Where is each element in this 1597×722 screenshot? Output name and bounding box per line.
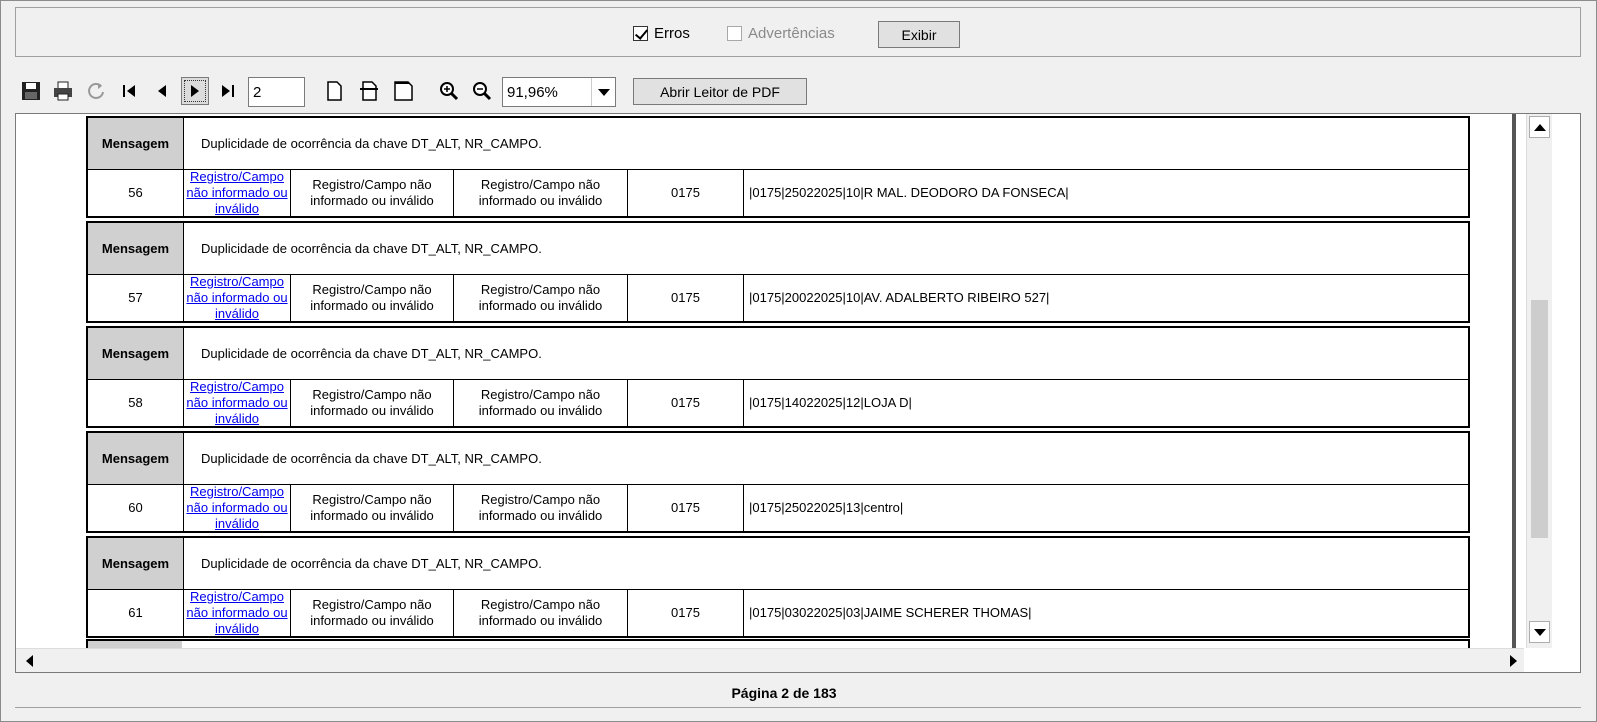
erros-label: Erros	[654, 25, 690, 42]
fit-page-icon[interactable]	[355, 77, 383, 105]
zoom-select[interactable]: 91,96%	[502, 77, 616, 107]
error-record: Mensagem Duplicidade de ocorrência da ch…	[86, 116, 1470, 218]
scroll-up-button[interactable]	[1529, 116, 1550, 138]
file-line-content: |0175|25022025|10|R MAL. DEODORO DA FONS…	[749, 185, 1069, 200]
message-label: Mensagem	[88, 538, 184, 589]
line-number: 60	[88, 485, 184, 531]
arrow-down-icon	[1533, 628, 1546, 636]
first-page-icon[interactable]	[115, 77, 143, 105]
message-label: Mensagem	[88, 118, 184, 169]
error-description: Registro/Campo não informado ou inválido	[291, 275, 454, 321]
message-row: Mensagem Duplicidade de ocorrência da ch…	[88, 328, 1468, 380]
error-link[interactable]: Registro/Campo não informado ou inválido	[184, 484, 291, 531]
arrow-right-icon	[1509, 655, 1517, 667]
checkbox-checked-icon[interactable]	[633, 26, 648, 41]
last-page-icon[interactable]	[214, 77, 242, 105]
error-record: Mensagem Duplicidade de ocorrência da ch…	[86, 536, 1470, 638]
message-label-partial	[88, 641, 182, 648]
report-viewport[interactable]: Mensagem Duplicidade de ocorrência da ch…	[15, 113, 1581, 673]
message-row: Mensagem Duplicidade de ocorrência da ch…	[88, 118, 1468, 170]
vertical-scroll-thumb[interactable]	[1531, 300, 1548, 538]
error-description: Registro/Campo não informado ou inválido	[291, 170, 454, 216]
message-text: Duplicidade de ocorrência da chave DT_AL…	[201, 346, 542, 361]
scroll-left-button[interactable]	[18, 651, 40, 671]
previous-page-icon[interactable]	[148, 77, 176, 105]
actual-size-icon[interactable]	[320, 77, 348, 105]
arrow-up-icon	[1533, 123, 1546, 131]
horizontal-scrollbar[interactable]	[16, 648, 1524, 672]
page-status: Página 2 de 183	[731, 685, 837, 701]
line-number: 56	[88, 170, 184, 216]
error-detail: Registro/Campo não informado ou inválido	[454, 170, 628, 216]
next-page-icon[interactable]	[181, 77, 209, 105]
message-label: Mensagem	[88, 433, 184, 484]
message-text: Duplicidade de ocorrência da chave DT_AL…	[201, 136, 542, 151]
data-row: 60 Registro/Campo não informado ou invál…	[88, 484, 1468, 531]
zoom-out-icon[interactable]	[468, 77, 496, 105]
vertical-scrollbar[interactable]	[1526, 114, 1552, 648]
register-code: 0175	[628, 275, 744, 321]
page-number-input[interactable]	[248, 77, 305, 107]
report-page: Mensagem Duplicidade de ocorrência da ch…	[16, 114, 1524, 648]
next-record-partial	[86, 639, 1470, 648]
error-record: Mensagem Duplicidade de ocorrência da ch…	[86, 431, 1470, 533]
message-row: Mensagem Duplicidade de ocorrência da ch…	[88, 223, 1468, 275]
file-line-content: |0175|14022025|12|LOJA D|	[749, 395, 912, 410]
file-line-content: |0175|20022025|10|AV. ADALBERTO RIBEIRO …	[749, 290, 1050, 305]
register-code: 0175	[628, 590, 744, 636]
data-row: 61 Registro/Campo não informado ou invál…	[88, 589, 1468, 636]
error-detail: Registro/Campo não informado ou inválido	[454, 590, 628, 636]
message-label: Mensagem	[88, 328, 184, 379]
line-number: 61	[88, 590, 184, 636]
checkbox-unchecked-icon[interactable]	[727, 26, 742, 41]
scroll-down-button[interactable]	[1529, 621, 1550, 643]
filter-panel: Erros Advertências Exibir	[15, 7, 1581, 57]
message-text: Duplicidade de ocorrência da chave DT_AL…	[201, 451, 542, 466]
error-description: Registro/Campo não informado ou inválido	[291, 485, 454, 531]
message-label: Mensagem	[88, 223, 184, 274]
zoom-in-icon[interactable]	[435, 77, 463, 105]
print-icon[interactable]	[49, 77, 77, 105]
chevron-down-icon[interactable]	[591, 78, 615, 106]
open-pdf-reader-button[interactable]: Abrir Leitor de PDF	[633, 78, 807, 105]
error-record: Mensagem Duplicidade de ocorrência da ch…	[86, 221, 1470, 323]
error-description: Registro/Campo não informado ou inválido	[291, 590, 454, 636]
register-code: 0175	[628, 170, 744, 216]
exibir-button[interactable]: Exibir	[878, 21, 960, 48]
zoom-value: 91,96%	[507, 83, 558, 101]
data-row: 58 Registro/Campo não informado ou invál…	[88, 379, 1468, 426]
register-code: 0175	[628, 380, 744, 426]
file-line-content: |0175|25022025|13|centro|	[749, 500, 904, 515]
save-icon[interactable]	[17, 77, 45, 105]
error-link[interactable]: Registro/Campo não informado ou inválido	[184, 379, 291, 426]
error-detail: Registro/Campo não informado ou inválido	[454, 380, 628, 426]
scroll-right-button[interactable]	[1502, 651, 1524, 671]
erros-checkbox[interactable]: Erros	[633, 25, 690, 42]
error-record: Mensagem Duplicidade de ocorrência da ch…	[86, 326, 1470, 428]
register-code: 0175	[628, 485, 744, 531]
message-row: Mensagem Duplicidade de ocorrência da ch…	[88, 433, 1468, 485]
line-number: 58	[88, 380, 184, 426]
advertencias-checkbox[interactable]: Advertências	[727, 25, 835, 42]
report-viewer-window: Erros Advertências Exibir 2 91,96% Abrir…	[0, 0, 1597, 722]
data-row: 57 Registro/Campo não informado ou invál…	[88, 274, 1468, 321]
message-text: Duplicidade de ocorrência da chave DT_AL…	[201, 241, 542, 256]
fit-width-icon[interactable]	[389, 77, 417, 105]
viewer-toolbar: 91,96% Abrir Leitor de PDF	[15, 75, 1581, 109]
refresh-icon[interactable]	[82, 77, 110, 105]
status-divider	[15, 707, 1581, 708]
file-line-content: |0175|03022025|03|JAIME SCHERER THOMAS|	[749, 605, 1032, 620]
line-number: 57	[88, 275, 184, 321]
error-link[interactable]: Registro/Campo não informado ou inválido	[184, 274, 291, 321]
advertencias-label: Advertências	[748, 25, 835, 42]
error-link[interactable]: Registro/Campo não informado ou inválido	[184, 169, 291, 216]
error-detail: Registro/Campo não informado ou inválido	[454, 275, 628, 321]
message-text: Duplicidade de ocorrência da chave DT_AL…	[201, 556, 542, 571]
message-row: Mensagem Duplicidade de ocorrência da ch…	[88, 538, 1468, 590]
data-row: 56 Registro/Campo não informado ou invál…	[88, 169, 1468, 216]
error-description: Registro/Campo não informado ou inválido	[291, 380, 454, 426]
error-link[interactable]: Registro/Campo não informado ou inválido	[184, 589, 291, 636]
error-detail: Registro/Campo não informado ou inválido	[454, 485, 628, 531]
arrow-left-icon	[25, 655, 33, 667]
